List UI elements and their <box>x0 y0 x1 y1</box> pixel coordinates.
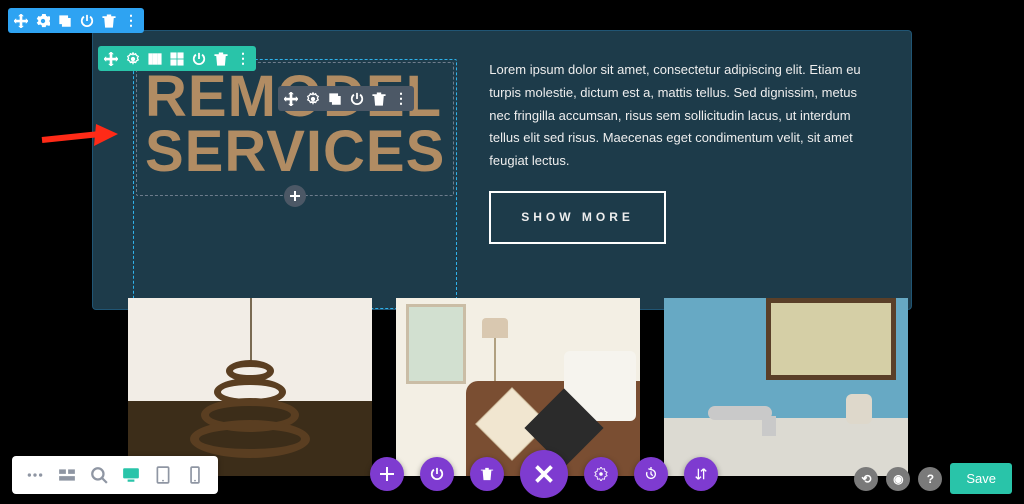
columns-icon[interactable] <box>148 52 162 66</box>
help-icon: ? <box>927 472 934 486</box>
body-column: Lorem ipsum dolor sit amet, consectetur … <box>489 59 871 309</box>
heading-line-2: SERVICES <box>145 124 445 179</box>
settings-button[interactable] <box>584 457 618 491</box>
undo-button[interactable]: ⟲ <box>854 467 878 491</box>
duplicate-icon[interactable] <box>58 14 72 28</box>
grid-icon[interactable] <box>170 52 184 66</box>
close-button[interactable] <box>520 450 568 498</box>
tablet-view-icon[interactable] <box>150 462 176 488</box>
help-button[interactable]: ? <box>918 467 942 491</box>
gear-icon[interactable] <box>126 52 140 66</box>
gear-icon <box>594 467 608 481</box>
row-toolbar[interactable]: ⋮ <box>98 46 256 71</box>
more-icon[interactable]: ⋮ <box>394 90 408 107</box>
more-icon[interactable]: ⋮ <box>236 50 250 67</box>
power-icon[interactable] <box>80 14 94 28</box>
trash-icon[interactable] <box>102 14 116 28</box>
trash-button[interactable] <box>470 457 504 491</box>
power-icon[interactable] <box>350 92 364 106</box>
eye-icon: ◉ <box>893 472 903 486</box>
trash-icon[interactable] <box>214 52 228 66</box>
page-action-bar[interactable] <box>370 450 718 498</box>
add-button[interactable] <box>370 457 404 491</box>
power-button[interactable] <box>420 457 454 491</box>
sort-icon <box>694 467 708 481</box>
phone-view-icon[interactable] <box>182 462 208 488</box>
history-icon <box>644 467 658 481</box>
annotation-arrow-icon <box>40 122 118 152</box>
save-button[interactable]: Save <box>950 463 1012 494</box>
gear-icon[interactable] <box>306 92 320 106</box>
power-icon[interactable] <box>192 52 206 66</box>
power-icon <box>430 467 444 481</box>
gear-icon[interactable] <box>36 14 50 28</box>
sort-button[interactable] <box>684 457 718 491</box>
history-button[interactable] <box>634 457 668 491</box>
more-icon[interactable] <box>22 462 48 488</box>
section[interactable]: REMODEL SERVICES Lorem ipsum dolor sit a… <box>92 30 912 310</box>
plus-icon <box>380 467 394 481</box>
text-module[interactable]: REMODEL SERVICES <box>136 62 454 196</box>
desktop-view-icon[interactable] <box>118 462 144 488</box>
section-toolbar[interactable]: ⋮ <box>8 8 144 33</box>
move-icon[interactable] <box>14 14 28 28</box>
move-icon[interactable] <box>284 92 298 106</box>
image-card-pendant[interactable] <box>128 298 372 476</box>
close-icon <box>534 464 554 484</box>
undo-icon: ⟲ <box>861 472 871 486</box>
body-text: Lorem ipsum dolor sit amet, consectetur … <box>489 59 871 173</box>
zoom-icon[interactable] <box>86 462 112 488</box>
move-icon[interactable] <box>104 52 118 66</box>
trash-icon[interactable] <box>372 92 386 106</box>
duplicate-icon[interactable] <box>328 92 342 106</box>
preview-button[interactable]: ◉ <box>886 467 910 491</box>
show-more-button[interactable]: SHOW MORE <box>489 191 666 244</box>
add-module-button[interactable] <box>284 185 306 207</box>
save-toolbar[interactable]: ⟲ ◉ ? Save <box>854 463 1012 494</box>
trash-icon <box>480 467 494 481</box>
module-toolbar[interactable]: ⋮ <box>278 86 414 111</box>
wireframe-icon[interactable] <box>54 462 80 488</box>
view-toolbar[interactable] <box>12 456 218 494</box>
plus-icon <box>290 191 300 201</box>
more-icon[interactable]: ⋮ <box>124 12 138 29</box>
